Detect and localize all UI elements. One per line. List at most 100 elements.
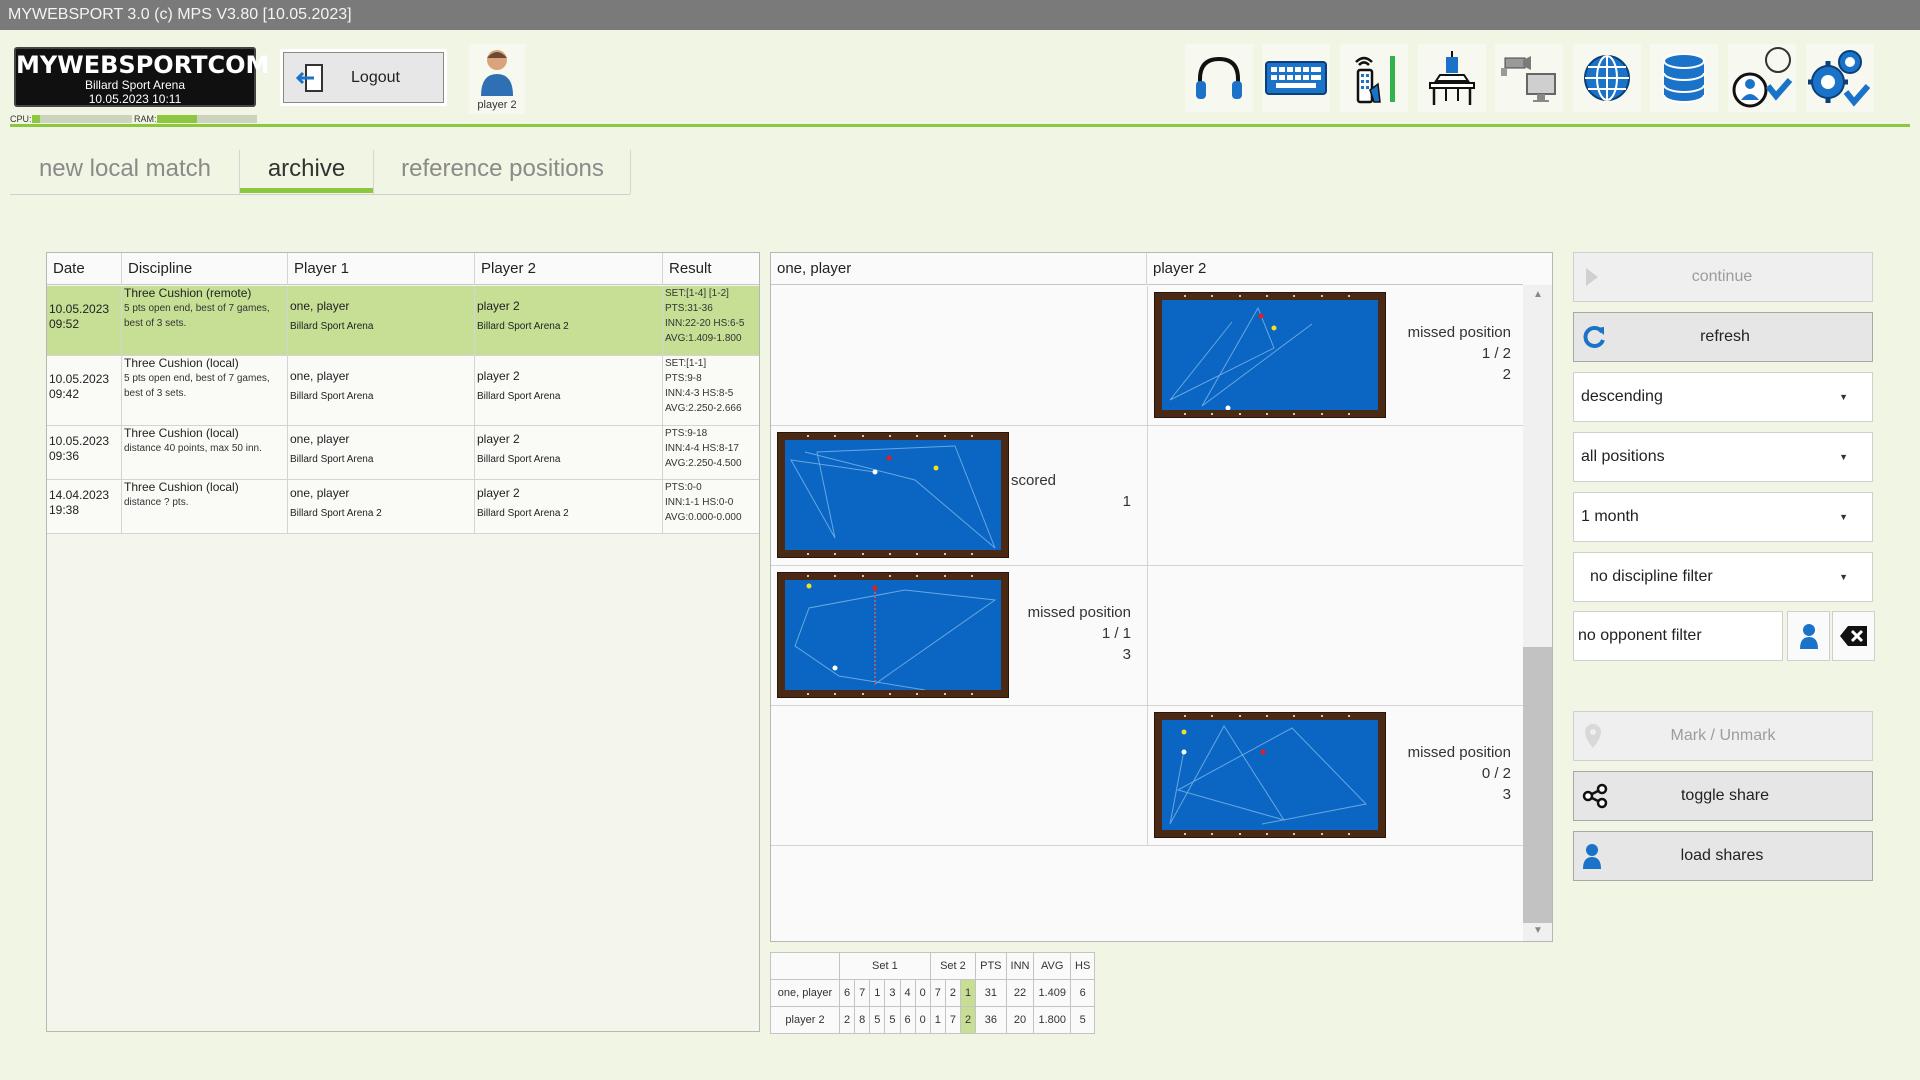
- billiard-table-thumbnail[interactable]: [1154, 712, 1386, 838]
- settings-check-icon[interactable]: [1806, 44, 1874, 112]
- logo-venue: Billard Sport Arena: [84, 78, 186, 92]
- position-row[interactable]: missed position 1 / 1 3: [771, 566, 1523, 706]
- position-row[interactable]: missed position 1 / 2 2: [771, 286, 1523, 426]
- continue-button[interactable]: continue: [1573, 252, 1873, 302]
- player1-name: one, player: [290, 299, 350, 313]
- user-icon: [1799, 624, 1818, 649]
- header-divider: [10, 124, 1910, 127]
- logo-datetime: 10.05.2023 10:11: [88, 92, 182, 106]
- score-inn: 20: [1005, 1006, 1035, 1034]
- position-status: scored: [1011, 472, 1057, 489]
- billiard-table-thumbnail[interactable]: [777, 432, 1009, 558]
- match-discipline: Three Cushion (remote): [124, 286, 252, 300]
- position-info: missed position 0 / 2 3: [1391, 742, 1511, 805]
- position-status: missed position: [1027, 604, 1131, 621]
- select-opponent-button[interactable]: [1787, 611, 1830, 661]
- score-cell-current: 2: [959, 1006, 977, 1034]
- clear-opponent-button[interactable]: [1832, 611, 1875, 661]
- table-row[interactable]: 10.05.2023 09:42 Three Cushion (local) 5 p…: [47, 356, 759, 426]
- match-result: AVG:0.000-0.000: [665, 512, 742, 523]
- position-row[interactable]: missed position 0 / 2 3: [771, 706, 1523, 846]
- position-score: 1 / 1: [1101, 625, 1131, 642]
- scroll-up-arrow[interactable]: ▲: [1533, 289, 1543, 300]
- refresh-button[interactable]: refresh: [1573, 312, 1873, 362]
- table-row[interactable]: 10.05.2023 09:36 Three Cushion (local) dis…: [47, 426, 759, 480]
- discipline-filter-select[interactable]: no discipline filter ▼: [1573, 552, 1873, 602]
- sort-order-select[interactable]: descending ▼: [1573, 372, 1873, 422]
- match-discipline-details: best of 3 sets.: [124, 388, 187, 399]
- score-cell: 5: [884, 1006, 901, 1034]
- scroll-down-arrow[interactable]: ▼: [1533, 925, 1543, 936]
- globe-icon[interactable]: [1573, 44, 1641, 112]
- table-row[interactable]: 10.05.2023 09:52 Three Cushion (remote) 5 …: [47, 286, 759, 356]
- column-header-player2[interactable]: Player 2: [475, 253, 663, 285]
- app-logo: MYWEBSPORTCOM Billard Sport Arena 10.05.…: [14, 47, 269, 107]
- tab-archive[interactable]: archive: [240, 150, 373, 192]
- score-cell: 0: [914, 979, 931, 1007]
- toggle-share-button[interactable]: toggle share: [1573, 771, 1873, 821]
- mark-unmark-button[interactable]: Mark / Unmark: [1573, 711, 1873, 761]
- match-time: 19:38: [49, 503, 80, 517]
- pts-header: PTS: [975, 952, 1007, 980]
- share-icon: [1582, 783, 1608, 809]
- match-discipline-details: distance ? pts.: [124, 497, 189, 508]
- tab-reference-positions[interactable]: reference positions: [390, 150, 615, 192]
- column-header-date[interactable]: Date: [47, 253, 122, 285]
- user-name: player 2: [477, 99, 517, 111]
- table-lamp-icon[interactable]: [1418, 44, 1486, 112]
- positions-header-player2: player 2: [1153, 260, 1207, 277]
- keyboard-icon[interactable]: [1262, 44, 1330, 112]
- discipline-filter-value: no discipline filter: [1590, 568, 1713, 585]
- logout-icon: [295, 63, 323, 92]
- positions-panel: one, player player 2 missed position 1 /…: [770, 252, 1553, 942]
- tab-separator: [373, 150, 374, 194]
- remote-signal-icon[interactable]: [1340, 44, 1408, 112]
- match-result: SET:[1-4] [1-2]: [665, 288, 729, 299]
- score-cell: 0: [914, 1006, 931, 1034]
- position-row[interactable]: scored 1: [771, 426, 1523, 566]
- score-cell: 7: [854, 979, 871, 1007]
- logout-label: Logout: [351, 68, 400, 86]
- match-time: 09:42: [49, 387, 80, 401]
- positions-filter-select[interactable]: all positions ▼: [1573, 432, 1873, 482]
- period-filter-select[interactable]: 1 month ▼: [1573, 492, 1873, 542]
- billiard-table-thumbnail[interactable]: [777, 572, 1009, 698]
- position-status: missed position: [1407, 324, 1511, 341]
- period-filter-value: 1 month: [1581, 508, 1639, 525]
- avg-header: AVG: [1033, 952, 1072, 980]
- load-shares-button[interactable]: load shares: [1573, 831, 1873, 881]
- player2-name: player 2: [477, 486, 520, 500]
- scrollbar-thumb[interactable]: [1523, 647, 1552, 923]
- camera-monitor-icon[interactable]: [1495, 44, 1563, 112]
- table-row[interactable]: 14.04.2023 19:38 Three Cushion (local) dis…: [47, 480, 759, 534]
- load-shares-label: load shares: [1680, 847, 1764, 864]
- user-check-icon[interactable]: [1728, 44, 1796, 112]
- match-result: PTS:31-36: [665, 303, 713, 314]
- logout-button[interactable]: Logout: [280, 49, 447, 106]
- headphones-icon[interactable]: [1185, 44, 1253, 112]
- tab-new-local-match[interactable]: new local match: [30, 150, 220, 192]
- match-discipline: Three Cushion (local): [124, 426, 239, 440]
- score-cell: 3: [884, 979, 901, 1007]
- column-header-result[interactable]: Result: [663, 253, 759, 285]
- clear-icon: [1839, 626, 1867, 646]
- match-discipline-details: 5 pts open end, best of 7 games,: [124, 303, 270, 314]
- score-cell: 6: [899, 1006, 916, 1034]
- match-date: 10.05.2023: [49, 434, 110, 448]
- cpu-label: CPU:: [10, 114, 32, 124]
- billiard-table-thumbnail[interactable]: [1154, 292, 1386, 418]
- hs-header: HS: [1070, 952, 1096, 980]
- position-number: 3: [1502, 786, 1511, 803]
- opponent-filter-value: no opponent filter: [1578, 627, 1702, 644]
- column-header-discipline[interactable]: Discipline: [122, 253, 288, 285]
- score-cell: 1: [929, 1006, 946, 1034]
- set2-header: Set 2: [929, 952, 977, 980]
- position-status: missed position: [1407, 744, 1511, 761]
- column-header-player1[interactable]: Player 1: [288, 253, 475, 285]
- match-result: INN:4-3 HS:8-5: [665, 388, 734, 399]
- database-icon[interactable]: [1650, 44, 1718, 112]
- match-result: AVG:2.250-2.666: [665, 403, 742, 414]
- user-avatar[interactable]: player 2: [469, 44, 525, 114]
- player1-club: Billard Sport Arena: [290, 391, 374, 402]
- opponent-filter-field[interactable]: no opponent filter: [1573, 611, 1783, 661]
